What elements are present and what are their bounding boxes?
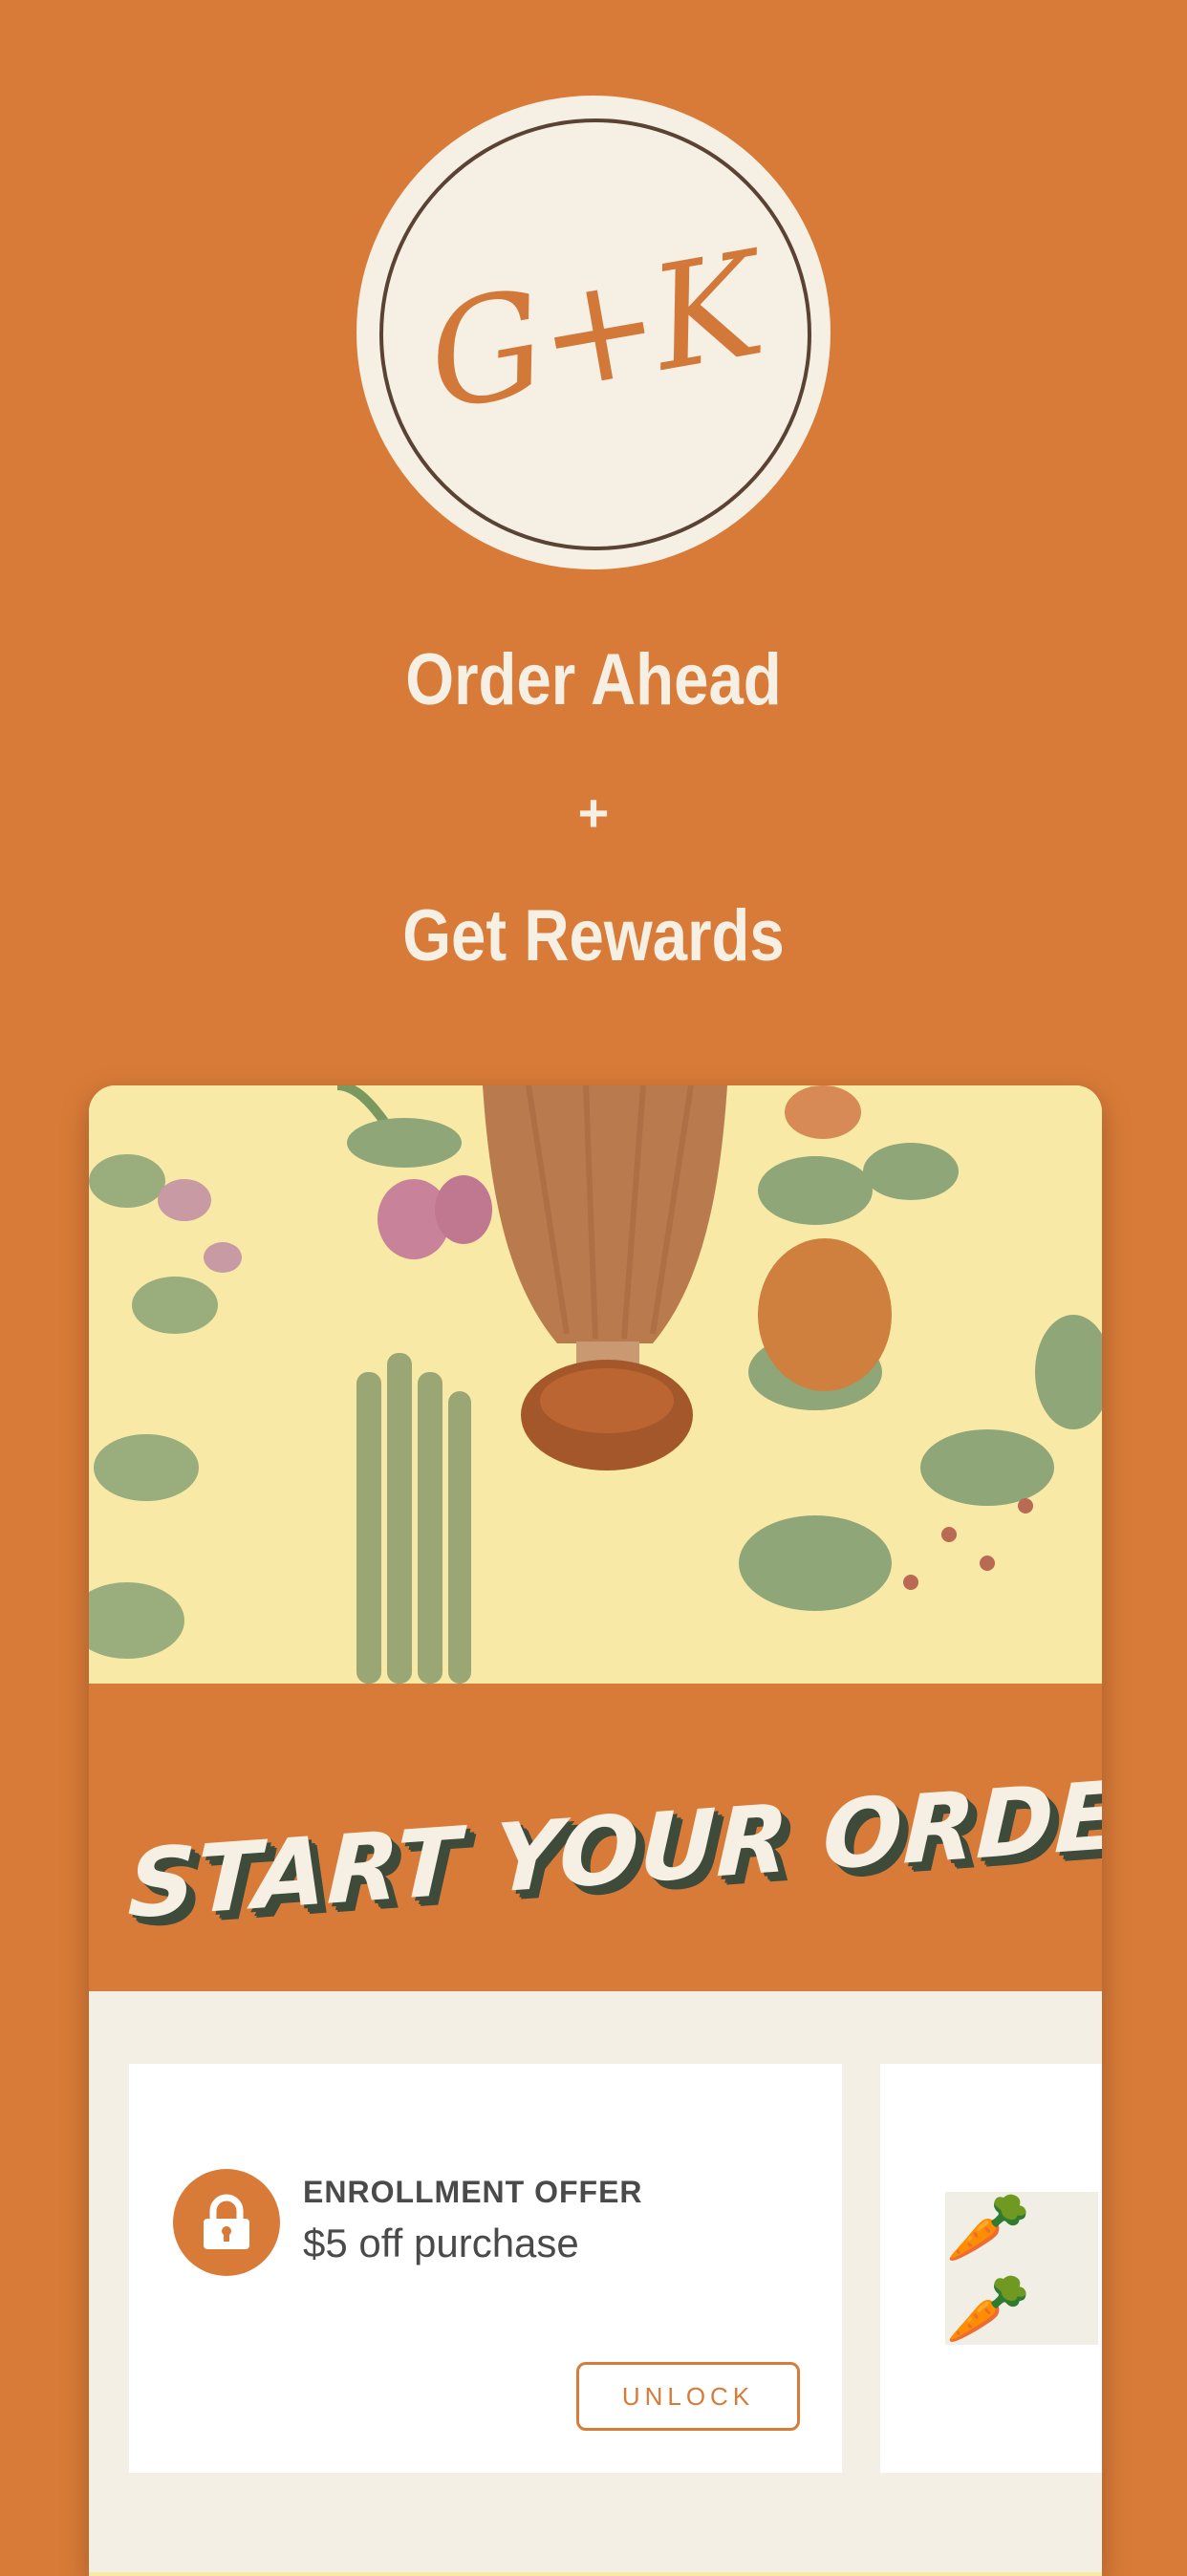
enrollment-offer-card[interactable]: ENROLLMENT OFFER $5 off purchase UNLOCK [129, 2064, 842, 2473]
tagline-get-rewards: Get Rewards [402, 895, 785, 977]
start-order-card[interactable]: START YOUR ORDER ENROLLMENT OFFER $5 off… [89, 1085, 1102, 2576]
vegetable-pattern-illustration [89, 1085, 1102, 1684]
next-card-preview [89, 2572, 1102, 2576]
hero-illustration [89, 1085, 1102, 1684]
start-order-banner[interactable]: START YOUR ORDER [89, 1684, 1102, 1991]
offers-carousel[interactable]: ENROLLMENT OFFER $5 off purchase UNLOCK … [89, 1991, 1102, 2576]
brand-logo: G+K [356, 96, 831, 569]
tagline-plus: + [577, 783, 610, 843]
offer-title: ENROLLMENT OFFER [303, 2175, 643, 2209]
lock-icon [173, 2169, 280, 2276]
tagline-order-ahead: Order Ahead [405, 639, 782, 720]
start-order-title: START YOUR ORDER [126, 1756, 1102, 1941]
carrot-icon: 🥕🥕 [945, 2190, 1098, 2348]
unlock-button[interactable]: UNLOCK [576, 2362, 800, 2431]
offer-subtitle: $5 off purchase [303, 2221, 579, 2265]
carrot-offer-card[interactable]: 🥕🥕 [880, 2064, 1102, 2473]
